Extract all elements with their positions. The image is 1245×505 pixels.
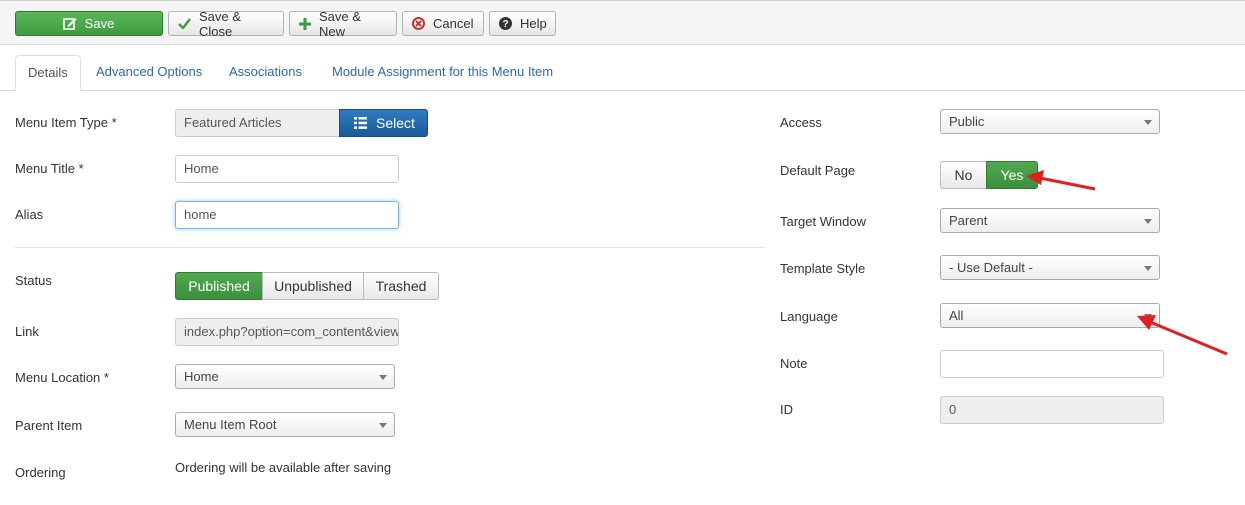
arrow-line: [1039, 176, 1096, 191]
annotation-arrow-default-page: [1026, 170, 1096, 191]
annotation-arrows: [1026, 170, 1228, 356]
arrow-head-icon: [1026, 170, 1044, 185]
arrow-line: [1149, 320, 1228, 356]
annotation-arrow-language: [1137, 315, 1228, 356]
